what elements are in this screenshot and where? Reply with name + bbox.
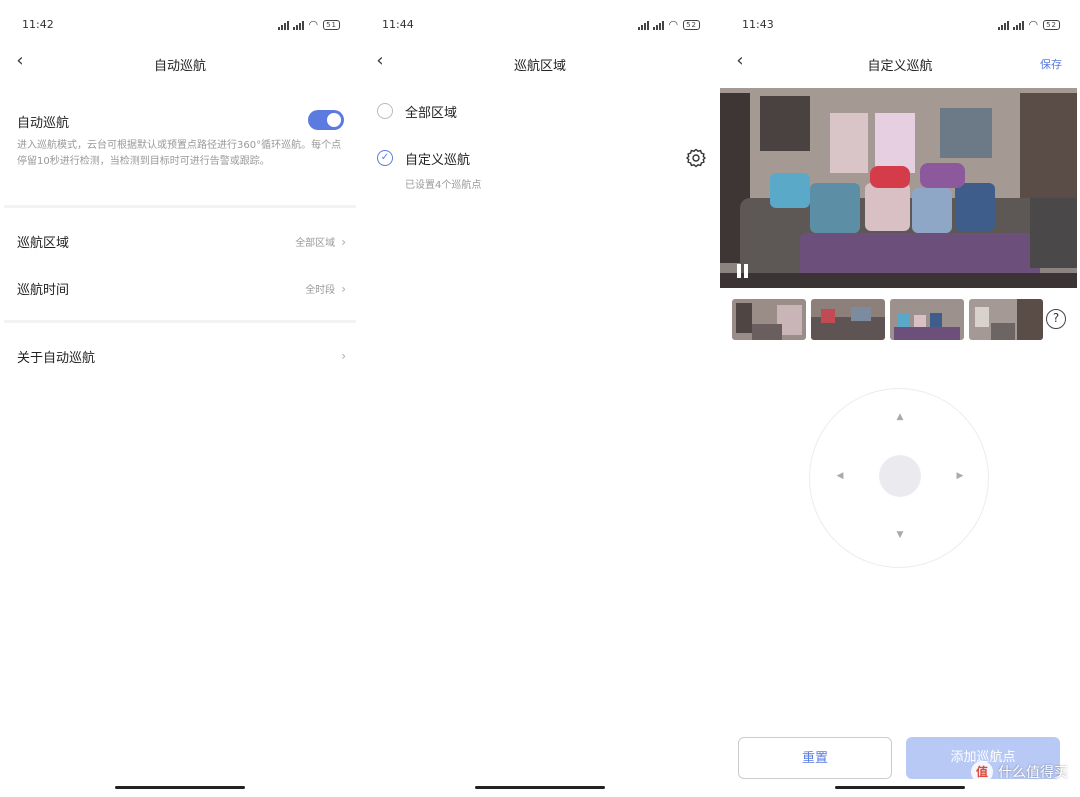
status-bar: 11:43 ◠ 52 [742, 18, 1060, 34]
signal-icon [1013, 20, 1025, 30]
about-auto-cruise-row[interactable]: 关于自动巡航 › [0, 345, 360, 369]
watermark-logo: 值 [971, 761, 993, 783]
cruise-time-value: 全时段 [305, 285, 336, 296]
arrow-left-icon[interactable]: ◀ [832, 468, 848, 484]
cruise-area-label: 巡航区域 [17, 236, 70, 251]
chevron-right-icon: › [341, 349, 346, 363]
auto-cruise-toggle[interactable] [308, 110, 344, 130]
home-indicator[interactable] [475, 786, 605, 789]
page-title: 巡航区域 [513, 59, 566, 74]
nav-bar: ‹ 自定义巡航 保存 [720, 50, 1080, 78]
cruise-point-thumbnail[interactable] [890, 299, 964, 340]
toggle-knob [327, 113, 341, 127]
home-indicator[interactable] [115, 786, 245, 789]
all-area-label[interactable]: 全部区域 [405, 102, 457, 121]
cruise-point-thumbnail[interactable] [811, 299, 885, 340]
cruise-point-thumbnail[interactable] [969, 299, 1043, 340]
cruise-area-screen: 11:44 ◠ 52 ‹ 巡航区域 全部区域 ✓ 自定义巡航 已设置4个巡航点 [360, 0, 720, 797]
status-icons: ◠ 51 [278, 18, 340, 31]
auto-cruise-description: 进入巡航模式，云台可根据默认或预置点路径进行360°循环巡航。每个点停留10秒进… [17, 140, 342, 167]
page-title: 自定义巡航 [867, 59, 933, 74]
wifi-icon: ◠ [668, 18, 680, 31]
wifi-icon: ◠ [308, 18, 320, 31]
chevron-right-icon: › [341, 281, 346, 296]
page-title: 自动巡航 [153, 59, 206, 74]
reset-button[interactable]: 重置 [738, 737, 892, 779]
all-area-radio[interactable] [377, 103, 393, 119]
cruise-time-label: 巡航时间 [17, 283, 70, 298]
battery-icon: 52 [1043, 19, 1060, 30]
battery-icon: 52 [683, 19, 700, 30]
home-indicator[interactable] [835, 786, 965, 789]
custom-cruise-sub: 已设置4个巡航点 [405, 180, 482, 191]
watermark-text: 什么值得买 [998, 765, 1068, 781]
ptz-joystick[interactable]: ▲ ▼ ◀ ▶ [809, 388, 989, 568]
cruise-area-value: 全部区域 [295, 238, 336, 249]
status-time: 11:42 [22, 18, 54, 31]
arrow-down-icon[interactable]: ▼ [892, 527, 908, 543]
custom-cruise-label[interactable]: 自定义巡航 [405, 149, 470, 168]
pause-icon[interactable] [736, 264, 750, 278]
auto-cruise-screen: 11:42 ◠ 51 ‹ 自动巡航 自动巡航 进入巡航模式，云台可根据默认或预置… [0, 0, 360, 797]
cruise-point-thumbnails [732, 299, 1043, 340]
status-time: 11:43 [742, 18, 774, 31]
signal-icon [998, 20, 1010, 30]
joystick-center[interactable] [879, 455, 921, 497]
save-button[interactable]: 保存 [1040, 56, 1062, 72]
cruise-time-row[interactable]: 巡航时间 全时段 › [0, 277, 360, 301]
gear-icon[interactable] [686, 148, 706, 168]
status-bar: 11:42 ◠ 51 [22, 18, 340, 34]
help-icon[interactable]: ? [1046, 309, 1066, 329]
signal-icon [638, 20, 650, 30]
custom-cruise-radio[interactable]: ✓ [377, 150, 393, 166]
cruise-point-thumbnail[interactable] [732, 299, 806, 340]
section-divider [4, 320, 356, 323]
signal-icon [653, 20, 665, 30]
living-room-image [720, 88, 1077, 288]
custom-cruise-screen: 11:43 ◠ 52 ‹ 自定义巡航 保存 ? ▲ ▼ ◀ ▶ 重置 添加巡航点… [720, 0, 1080, 797]
section-divider [4, 205, 356, 208]
wifi-icon: ◠ [1028, 18, 1040, 31]
status-bar: 11:44 ◠ 52 [382, 18, 700, 34]
nav-bar: ‹ 巡航区域 [360, 50, 720, 78]
signal-icon [293, 20, 305, 30]
status-icons: ◠ 52 [638, 18, 700, 31]
signal-icon [278, 20, 290, 30]
chevron-right-icon: › [341, 234, 346, 249]
about-auto-cruise-label: 关于自动巡航 [17, 351, 96, 366]
arrow-right-icon[interactable]: ▶ [952, 468, 968, 484]
watermark: 值 什么值得买 [971, 761, 1068, 783]
cruise-area-row[interactable]: 巡航区域 全部区域 › [0, 230, 360, 254]
status-icons: ◠ 52 [998, 18, 1060, 31]
status-time: 11:44 [382, 18, 414, 31]
battery-icon: 51 [323, 19, 340, 30]
camera-live-view[interactable] [720, 88, 1077, 288]
nav-bar: ‹ 自动巡航 [0, 50, 360, 78]
arrow-up-icon[interactable]: ▲ [892, 409, 908, 425]
auto-cruise-label: 自动巡航 [17, 116, 70, 131]
